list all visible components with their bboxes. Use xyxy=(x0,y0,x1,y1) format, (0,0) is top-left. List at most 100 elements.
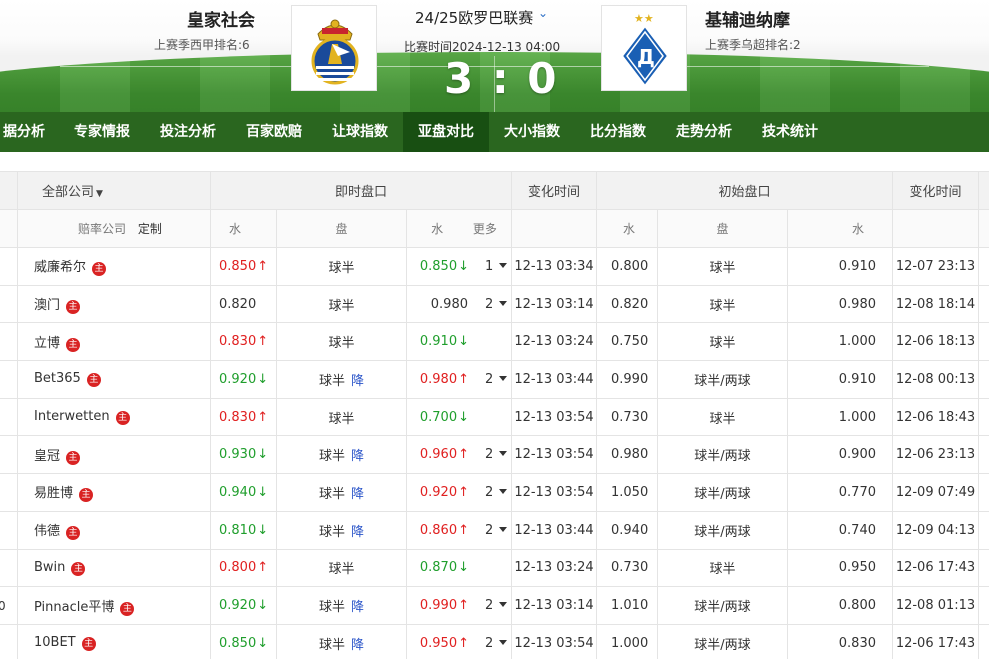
live-water-home[interactable]: 0.800↑ xyxy=(210,548,277,588)
home-away-stats-link[interactable]: 主 客 xyxy=(978,322,989,362)
home-away-stats-link[interactable]: 主 客 xyxy=(978,247,989,286)
live-handicap[interactable]: 球半降 xyxy=(276,360,407,399)
tab-handicap-index[interactable]: 让球指数 xyxy=(317,112,403,152)
live-water-home[interactable]: 0.850↑ xyxy=(210,247,277,286)
company-name[interactable]: 10BET xyxy=(34,635,76,650)
table-row[interactable]: Bet365 主 0.920↓ 球半降 0.980↑ 2 12-13 03:44 0.990 球… xyxy=(0,360,989,399)
company-cell[interactable]: Interwetten 主 xyxy=(17,397,211,437)
more-dropdown[interactable]: 2 xyxy=(485,636,508,651)
company-name[interactable]: 澳门 xyxy=(34,298,60,313)
company-cell[interactable]: 澳门主 xyxy=(17,284,211,324)
company-name[interactable]: Interwetten xyxy=(34,409,110,424)
tab-european-odds[interactable]: 百家欧赔 xyxy=(231,112,317,152)
company-cell[interactable]: 易胜博主 xyxy=(17,473,211,512)
live-water-away-more[interactable]: 0.860↑ 2 xyxy=(406,510,512,550)
more-dropdown[interactable]: 2 xyxy=(485,447,508,462)
live-water-home[interactable]: 0.940↓ xyxy=(210,473,277,512)
live-water-away-more[interactable]: 0.980 2 xyxy=(406,284,512,324)
home-away-stats-link[interactable]: 主 客 xyxy=(978,623,989,659)
tab-technical-stats[interactable]: 技术统计 xyxy=(747,112,833,152)
table-row[interactable]: 伟德主 0.810↓ 球半降 0.860↑ 2 12-13 03:44 0.940 球半/两球… xyxy=(0,510,989,550)
table-row[interactable]: 澳门主 0.820 球半 0.980 2 12-13 03:14 0.820 球半 0.980 1… xyxy=(0,284,989,324)
live-handicap[interactable]: 球半降 xyxy=(276,586,407,625)
league-selector[interactable]: 24/25欧罗巴联赛 xyxy=(415,7,533,28)
live-water-away-more[interactable]: 0.920↑ 2 xyxy=(406,473,512,512)
company-cell[interactable]: 伟德主 xyxy=(17,510,211,550)
live-water-away[interactable]: 0.860↑ xyxy=(408,523,469,538)
company-name[interactable]: 立博 xyxy=(34,336,60,351)
live-water-home[interactable]: 0.820 xyxy=(210,284,277,324)
live-handicap[interactable]: 球半 xyxy=(276,284,407,324)
live-water-away[interactable]: 0.950↑ xyxy=(408,636,469,651)
away-team-logo[interactable]: ★★ Д xyxy=(601,5,687,91)
company-cell[interactable]: Bwin 主 xyxy=(17,548,211,588)
home-team-name[interactable]: 皇家社会 xyxy=(187,6,255,31)
more-dropdown[interactable]: 2 xyxy=(485,485,508,500)
live-water-home[interactable]: 0.810↓ xyxy=(210,510,277,550)
live-water-away[interactable]: 0.980↑ xyxy=(408,372,469,387)
table-row[interactable]: Bwin 主 0.800↑ 球半 0.870↓ 12-13 03:24 0.730 球半 0.9… xyxy=(0,548,989,588)
live-water-away-more[interactable]: 0.700↓ xyxy=(406,397,512,437)
customize-button[interactable]: 定制 xyxy=(138,222,162,236)
home-away-stats-link[interactable]: 主 客 xyxy=(978,473,989,512)
table-row[interactable]: 威廉希尔主 0.850↑ 球半 0.850↓ 1 12-13 03:34 0.800 球半 0.… xyxy=(0,247,989,286)
live-water-away[interactable]: 0.850↓ xyxy=(408,259,469,274)
tab-score-index[interactable]: 比分指数 xyxy=(575,112,661,152)
live-water-home[interactable]: 0.920↓ xyxy=(210,586,277,625)
live-water-away[interactable]: 0.870↓ xyxy=(408,560,469,575)
caret-down-icon[interactable]: ▼ xyxy=(96,189,103,199)
table-row[interactable]: 易胜博主 0.940↓ 球半降 0.920↑ 2 12-13 03:54 1.050 球半/两… xyxy=(0,473,989,512)
live-handicap[interactable]: 球半 xyxy=(276,322,407,362)
live-water-away-more[interactable]: 0.850↓ 1 xyxy=(406,247,512,286)
company-name[interactable]: Pinnacle平博 xyxy=(34,600,114,615)
company-cell[interactable]: 立博主 xyxy=(17,322,211,362)
live-water-home[interactable]: 0.920↓ xyxy=(210,360,277,399)
live-handicap[interactable]: 球半降 xyxy=(276,623,407,659)
more-dropdown[interactable]: 2 xyxy=(485,598,508,613)
live-water-away-more[interactable]: 0.950↑ 2 xyxy=(406,623,512,659)
tab-data-analysis[interactable]: 据分析 xyxy=(0,112,48,152)
table-row[interactable]: 10BET 主 0.850↓ 球半降 0.950↑ 2 12-13 03:54 1.000 球半… xyxy=(0,623,989,659)
tab-over-under-index[interactable]: 大小指数 xyxy=(489,112,575,152)
table-row[interactable]: 立博主 0.830↑ 球半 0.910↓ 12-13 03:24 0.750 球半 1.000… xyxy=(0,322,989,362)
company-name[interactable]: 伟德 xyxy=(34,524,60,539)
company-cell[interactable]: Pinnacle平博主 xyxy=(17,586,211,625)
company-cell[interactable]: 10BET 主 xyxy=(17,623,211,659)
more-dropdown[interactable]: 2 xyxy=(485,372,508,387)
company-cell[interactable]: 皇冠主 xyxy=(17,435,211,475)
tab-expert-intel[interactable]: 专家情报 xyxy=(59,112,145,152)
table-row[interactable]: 皇冠主 0.930↓ 球半降 0.960↑ 2 12-13 03:54 0.980 球半/两球… xyxy=(0,435,989,475)
company-name[interactable]: 皇冠 xyxy=(34,449,60,464)
table-row[interactable]: Interwetten 主 0.830↑ 球半 0.700↓ 12-13 03:54 0.7… xyxy=(0,397,989,437)
table-row[interactable]: 0Pinnacle平博主0.920↓球半降0.990↑212-13 03:141… xyxy=(0,586,989,625)
live-handicap[interactable]: 球半 xyxy=(276,397,407,437)
live-water-away[interactable]: 0.960↑ xyxy=(408,447,469,462)
more-dropdown[interactable]: 1 xyxy=(485,259,508,274)
home-team-logo[interactable] xyxy=(291,5,377,91)
home-away-stats-link[interactable]: 主 客 xyxy=(978,435,989,475)
live-water-away[interactable]: 0.910↓ xyxy=(408,334,469,349)
more-dropdown[interactable]: 2 xyxy=(485,297,508,312)
live-water-home[interactable]: 0.930↓ xyxy=(210,435,277,475)
more-dropdown[interactable]: 2 xyxy=(485,523,508,538)
home-away-stats-link[interactable]: 主 客 xyxy=(978,586,989,625)
live-water-away-more[interactable]: 0.990↑ 2 xyxy=(406,586,512,625)
live-water-home[interactable]: 0.830↑ xyxy=(210,322,277,362)
chevron-down-icon[interactable]: ⌄ xyxy=(538,6,548,20)
live-water-away[interactable]: 0.700↓ xyxy=(408,410,469,425)
home-away-stats-link[interactable]: 主 客 xyxy=(978,397,989,437)
home-away-stats-link[interactable]: 主 客 xyxy=(978,548,989,588)
company-name[interactable]: Bwin xyxy=(34,560,65,575)
live-water-away-more[interactable]: 0.980↑ 2 xyxy=(406,360,512,399)
company-filter-dropdown[interactable]: 全部公司 ▼ xyxy=(17,171,211,210)
live-handicap[interactable]: 球半降 xyxy=(276,510,407,550)
live-water-away[interactable]: 0.920↑ xyxy=(408,485,469,500)
live-handicap[interactable]: 球半降 xyxy=(276,473,407,512)
company-name[interactable]: 威廉希尔 xyxy=(34,260,86,275)
live-water-away-more[interactable]: 0.870↓ xyxy=(406,548,512,588)
live-water-away[interactable]: 0.990↑ xyxy=(408,598,469,613)
live-water-home[interactable]: 0.830↑ xyxy=(210,397,277,437)
home-away-stats-link[interactable]: 主 客 xyxy=(978,510,989,550)
live-handicap[interactable]: 球半 xyxy=(276,247,407,286)
home-away-stats-link[interactable]: 主 客 xyxy=(978,360,989,399)
